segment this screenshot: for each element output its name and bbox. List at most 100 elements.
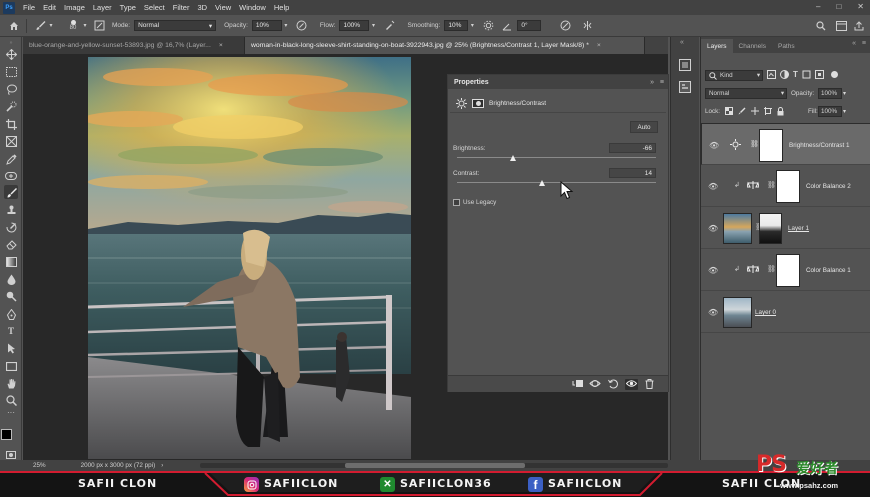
- opacity-input[interactable]: 10%: [251, 20, 282, 31]
- eraser-tool-icon[interactable]: [4, 237, 18, 251]
- quick-selection-tool-icon[interactable]: [4, 99, 18, 113]
- lock-position-icon[interactable]: [751, 107, 759, 118]
- more-tools-icon[interactable]: ···: [4, 408, 18, 417]
- chevron-down-icon[interactable]: ▾: [282, 22, 290, 29]
- layer-mask-thumbnail[interactable]: [759, 129, 783, 162]
- hand-tool-icon[interactable]: [4, 376, 18, 390]
- view-previous-state-icon[interactable]: [589, 379, 601, 390]
- rectangle-tool-icon[interactable]: [4, 359, 18, 373]
- lock-all-icon[interactable]: [777, 107, 784, 118]
- blur-tool-icon[interactable]: [4, 272, 18, 286]
- brush-tool-preset-icon[interactable]: [33, 20, 47, 31]
- menu-edit[interactable]: Edit: [39, 3, 60, 12]
- layer-row-color-balance-1[interactable]: 👁 ↲ ⛓ Color Balance 1: [701, 249, 870, 291]
- angle-input[interactable]: 0°: [517, 20, 542, 31]
- symmetry-icon[interactable]: [579, 20, 595, 31]
- layer-mask-icon[interactable]: [472, 99, 484, 108]
- clone-stamp-tool-icon[interactable]: [4, 203, 18, 217]
- visibility-eye-icon[interactable]: 👁: [708, 224, 718, 233]
- collapse-icon[interactable]: »: [4, 40, 18, 46]
- brush-size-picker[interactable]: 80: [65, 20, 81, 31]
- maximize-button[interactable]: □: [836, 2, 841, 11]
- dodge-tool-icon[interactable]: [4, 289, 18, 303]
- zoom-level[interactable]: 25%: [33, 462, 46, 469]
- visibility-eye-icon[interactable]: 👁: [708, 308, 718, 317]
- shape-filter-icon[interactable]: [802, 70, 811, 81]
- menu-file[interactable]: File: [19, 3, 39, 12]
- lasso-tool-icon[interactable]: [4, 82, 18, 96]
- smart-object-filter-icon[interactable]: [814, 70, 824, 81]
- crop-tool-icon[interactable]: [4, 117, 18, 131]
- foreground-color-swatch[interactable]: [1, 429, 12, 440]
- history-brush-tool-icon[interactable]: [4, 220, 18, 234]
- menu-3d[interactable]: 3D: [193, 3, 211, 12]
- kind-filter-select[interactable]: Kind ▾: [705, 70, 763, 81]
- menu-image[interactable]: Image: [60, 3, 89, 12]
- visibility-eye-icon[interactable]: 👁: [708, 182, 718, 191]
- visibility-eye-icon[interactable]: 👁: [709, 141, 719, 150]
- panel-collapse-icon[interactable]: «: [852, 40, 856, 47]
- marquee-tool-icon[interactable]: [4, 65, 18, 79]
- contrast-slider-thumb[interactable]: [538, 180, 545, 186]
- adjustment-filter-icon[interactable]: [780, 70, 789, 81]
- brightness-slider-track[interactable]: [457, 157, 656, 158]
- tab-channels[interactable]: Channels: [733, 39, 772, 53]
- eyedropper-tool-icon[interactable]: [4, 152, 18, 166]
- chain-link-icon[interactable]: ⛓: [750, 140, 759, 148]
- menu-view[interactable]: View: [211, 3, 235, 12]
- reset-icon[interactable]: [608, 379, 618, 391]
- close-window-button[interactable]: ✕: [857, 2, 864, 11]
- smoothing-settings-icon[interactable]: [480, 20, 496, 31]
- panel-menu-icon[interactable]: ≡: [660, 79, 664, 86]
- type-tool-icon[interactable]: T: [4, 324, 18, 338]
- layer-row-brightness-contrast[interactable]: 👁 ⛓ Brightness/Contrast 1: [701, 123, 870, 165]
- menu-filter[interactable]: Filter: [169, 3, 194, 12]
- chevron-right-icon[interactable]: ›: [161, 463, 163, 469]
- auto-button[interactable]: Auto: [630, 121, 658, 133]
- brush-settings-icon[interactable]: [92, 20, 106, 31]
- chain-link-icon[interactable]: ⛓: [767, 265, 776, 273]
- pressure-size-icon[interactable]: [557, 20, 573, 31]
- fill-input[interactable]: 100%: [818, 106, 842, 117]
- search-icon[interactable]: [814, 20, 828, 31]
- smoothing-input[interactable]: 10%: [444, 20, 469, 31]
- layer-thumbnail[interactable]: [723, 213, 752, 244]
- layer-row-layer-1[interactable]: 👁 ⛓ Layer 1: [701, 207, 870, 249]
- tab-layers[interactable]: Layers: [701, 39, 733, 53]
- expand-panels-icon[interactable]: «: [680, 39, 684, 46]
- close-tab-icon[interactable]: ×: [219, 42, 223, 49]
- brightness-input[interactable]: -66: [609, 143, 656, 153]
- properties-panel-icon[interactable]: [679, 81, 691, 95]
- close-tab-icon[interactable]: ×: [597, 42, 601, 49]
- chain-link-icon[interactable]: ⛓: [767, 181, 776, 189]
- gradient-tool-icon[interactable]: [4, 255, 18, 269]
- menu-type[interactable]: Type: [116, 3, 140, 12]
- brush-tool-icon[interactable]: [4, 185, 18, 199]
- airbrush-icon[interactable]: [381, 20, 397, 31]
- lock-transparent-icon[interactable]: [725, 107, 733, 118]
- layer-row-layer-0[interactable]: 👁 Layer 0: [701, 291, 870, 333]
- share-icon[interactable]: [853, 20, 865, 31]
- contrast-slider-track[interactable]: [457, 182, 656, 183]
- pen-tool-icon[interactable]: [4, 307, 18, 321]
- layer-mask-thumbnail[interactable]: [776, 170, 800, 203]
- brightness-slider-thumb[interactable]: [509, 155, 516, 161]
- panel-collapse-icon[interactable]: »: [650, 79, 654, 86]
- chevron-down-icon[interactable]: ▾: [369, 22, 377, 29]
- quick-mask-icon[interactable]: [4, 450, 18, 459]
- scrollbar-thumb[interactable]: [345, 463, 525, 468]
- tab-paths[interactable]: Paths: [772, 39, 801, 53]
- frame-tool-icon[interactable]: [4, 134, 18, 148]
- workspace-icon[interactable]: [834, 20, 848, 31]
- menu-window[interactable]: Window: [235, 3, 270, 12]
- contrast-input[interactable]: 14: [609, 168, 656, 178]
- flow-input[interactable]: 100%: [339, 20, 370, 31]
- pressure-opacity-icon[interactable]: [294, 20, 310, 31]
- horizontal-scrollbar[interactable]: [200, 463, 668, 468]
- pixel-filter-icon[interactable]: [767, 70, 776, 81]
- use-legacy-checkbox[interactable]: [453, 199, 460, 206]
- panel-menu-icon[interactable]: ≡: [862, 40, 866, 47]
- blend-mode-select[interactable]: Normal ▾: [705, 88, 787, 99]
- chevron-down-icon[interactable]: ▾: [843, 108, 846, 115]
- menu-help[interactable]: Help: [270, 3, 293, 12]
